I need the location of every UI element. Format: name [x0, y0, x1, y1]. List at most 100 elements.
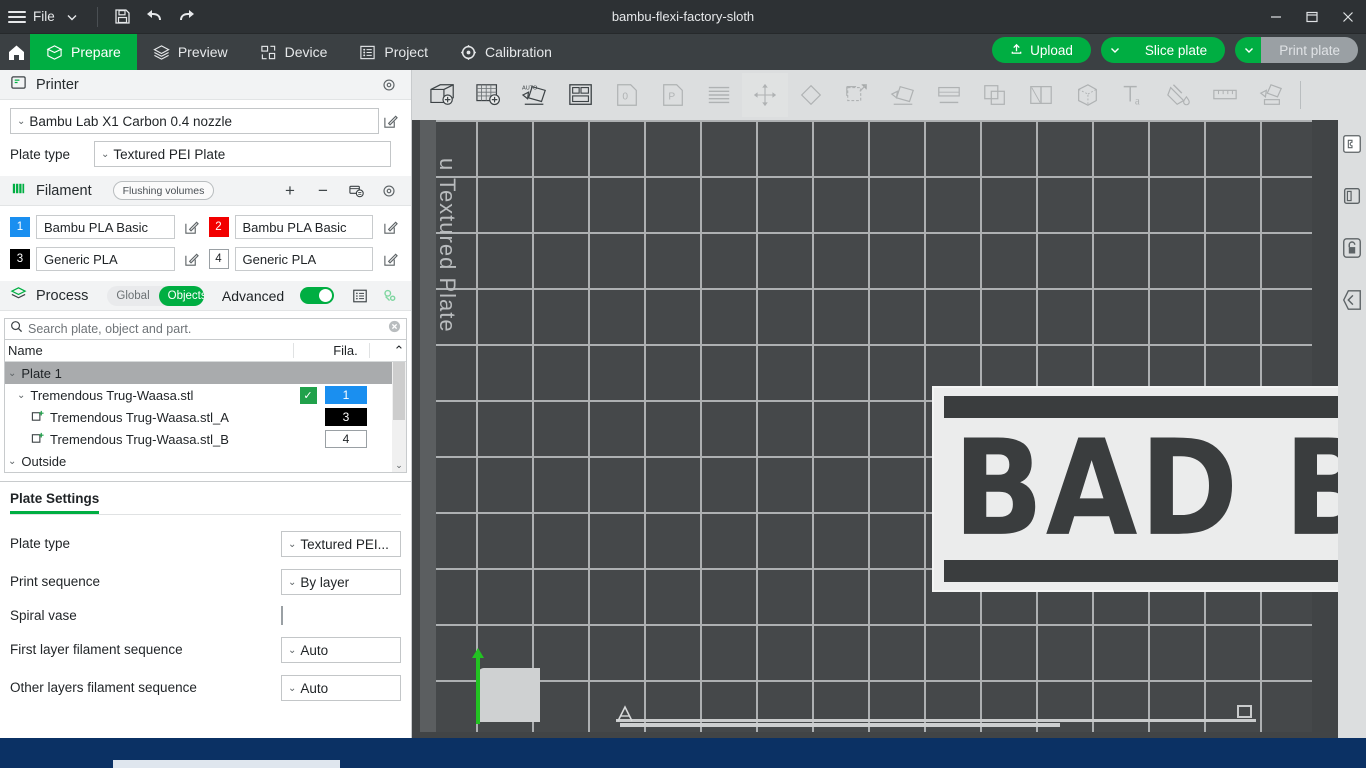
add-plate-icon[interactable] [466, 73, 512, 117]
print-plate-button[interactable]: Print plate [1261, 37, 1358, 63]
parameter-list-icon[interactable] [349, 285, 370, 307]
search-input[interactable]: Search plate, object and part. [28, 322, 383, 336]
plate-type-combo[interactable]: ⌄ Textured PEI Plate [94, 141, 391, 167]
printer-settings-gear-icon[interactable] [377, 74, 401, 96]
tab-device[interactable]: Device [244, 34, 344, 70]
object-search-bar[interactable]: Search plate, object and part. [4, 318, 407, 340]
tree-row-object[interactable]: ⌄ Tremendous Trug-Waasa.stl ✓ 1 [5, 384, 406, 406]
add-object-icon[interactable] [420, 73, 466, 117]
tree-row-part-a[interactable]: Tremendous Trug-Waasa.stl_A 3 [5, 406, 406, 428]
filament-sync-icon[interactable] [344, 180, 368, 202]
advanced-toggle[interactable] [300, 287, 335, 304]
tree-scroll-up-button[interactable]: ⌃ [392, 343, 406, 359]
scope-global-option[interactable]: Global [107, 286, 158, 306]
slice-plate-dropdown[interactable] [1100, 37, 1129, 63]
support-paint-icon [1018, 73, 1064, 117]
add-filament-button[interactable]: + [278, 180, 302, 202]
expander-icon[interactable]: ⌄ [8, 456, 16, 467]
scrollbar-thumb[interactable] [393, 362, 405, 420]
tab-calibration[interactable]: Calibration [444, 34, 568, 70]
place-on-face-icon [926, 73, 972, 117]
filament-edit-icon-1[interactable] [181, 216, 203, 238]
upload-icon [1010, 42, 1023, 58]
filament-chip-1[interactable]: 1 [10, 217, 30, 237]
other-layers-sequence-combo[interactable]: ⌄ Auto [281, 675, 401, 701]
print-bed[interactable]: u Textured Plate BAD BOYS [420, 120, 1366, 732]
maximize-button[interactable] [1294, 0, 1330, 34]
auto-arrange-icon[interactable]: AUTO [512, 73, 558, 117]
close-button[interactable] [1330, 0, 1366, 34]
redo-icon[interactable] [172, 2, 202, 32]
panel-icon[interactable] [1339, 176, 1365, 216]
tab-plate-settings[interactable]: Plate Settings [10, 491, 100, 514]
print-plate-dropdown[interactable] [1235, 37, 1264, 63]
tree-row-label: Tremendous Trug-Waasa.stl_B [50, 431, 229, 447]
expander-icon[interactable]: ⌄ [17, 390, 25, 401]
save-icon[interactable] [108, 2, 138, 32]
printer-preset-combo[interactable]: ⌄ Bambu Lab X1 Carbon 0.4 nozzle [10, 108, 379, 134]
viewport-side-toolbar [1338, 120, 1366, 738]
flushing-volumes-button[interactable]: Flushing volumes [112, 181, 215, 200]
upload-button[interactable]: Upload [992, 37, 1091, 63]
scrollbar-down-button[interactable]: ⌄ [395, 458, 403, 472]
filament-chip-3[interactable]: 3 [10, 249, 30, 269]
minimize-button[interactable] [1258, 0, 1294, 34]
first-layer-sequence-combo[interactable]: ⌄ Auto [281, 637, 401, 663]
object-tree-scrollbar[interactable]: ⌄ [392, 362, 406, 472]
collapse-icon[interactable] [1339, 280, 1365, 320]
viewport-toolbar: AUTO 0 P a [412, 70, 1366, 120]
view-cube-button[interactable] [1237, 705, 1252, 718]
model-object[interactable]: BAD BOYS [932, 386, 1366, 592]
svg-text:P: P [668, 92, 675, 103]
printer-preset-value: Bambu Lab X1 Carbon 0.4 nozzle [29, 113, 233, 129]
spiral-vase-checkbox[interactable] [281, 606, 283, 625]
chevron-down-icon: ⌄ [288, 644, 297, 656]
process-settings-gear-icon[interactable] [380, 285, 401, 307]
taskbar-window-button[interactable] [113, 760, 340, 768]
object-enabled-checkbox[interactable]: ✓ [299, 386, 317, 404]
tab-project[interactable]: Project [343, 34, 444, 70]
search-clear-icon[interactable] [388, 320, 401, 338]
filament-chip-4[interactable]: 4 [208, 249, 229, 269]
filament-edit-icon-2[interactable] [379, 216, 401, 238]
tab-prepare[interactable]: Prepare [30, 34, 137, 70]
object-filament-chip[interactable]: 1 [325, 386, 367, 404]
part-filament-chip[interactable]: 4 [325, 430, 367, 448]
setting-row-other-layers-sequence: Other layers filament sequence ⌄ Auto [0, 675, 411, 701]
scrollbar-track[interactable] [392, 362, 406, 458]
remove-filament-button[interactable]: − [311, 180, 335, 202]
undo-icon[interactable] [140, 2, 170, 32]
expander-icon[interactable]: ⌄ [8, 368, 16, 379]
scope-objects-option[interactable]: Objects [158, 285, 204, 306]
filament-name-2[interactable]: Bambu PLA Basic [234, 215, 373, 239]
printer-preset-edit-icon[interactable] [379, 110, 401, 132]
filament-edit-icon-3[interactable] [181, 248, 203, 270]
printer-section-title: Printer [36, 76, 79, 93]
filament-chip-2[interactable]: 2 [208, 217, 229, 237]
tab-preview[interactable]: Preview [137, 34, 244, 70]
chevron-down-icon[interactable] [57, 2, 87, 32]
layout-icon[interactable] [558, 73, 604, 117]
slice-plate-button[interactable]: Slice plate [1126, 37, 1226, 63]
tree-row-outside[interactable]: ⌄ Outside [5, 450, 406, 472]
tab-project-label: Project [384, 44, 428, 60]
plate-type-setting-combo[interactable]: ⌄ Textured PEI... [281, 531, 401, 557]
filament-name-3[interactable]: Generic PLA [36, 247, 175, 271]
menu-icon[interactable] [8, 8, 26, 26]
filament-edit-icon-4[interactable] [379, 248, 401, 270]
process-scope-toggle[interactable]: Global Objects [107, 285, 204, 306]
file-menu-button[interactable]: File [33, 9, 55, 24]
tree-row-label: Tremendous Trug-Waasa.stl_A [50, 409, 229, 425]
lock-icon[interactable] [1339, 228, 1365, 268]
print-sequence-combo[interactable]: ⌄ By layer [281, 569, 401, 595]
filament-name-1[interactable]: Bambu PLA Basic [36, 215, 175, 239]
3d-viewport[interactable]: AUTO 0 P a u Textured Plate BAD [412, 70, 1366, 738]
home-icon[interactable] [2, 34, 30, 70]
tree-row-part-b[interactable]: Tremendous Trug-Waasa.stl_B 4 [5, 428, 406, 450]
filament-settings-gear-icon[interactable] [377, 180, 401, 202]
desktop-taskbar[interactable] [0, 738, 1366, 768]
part-filament-chip[interactable]: 3 [325, 408, 367, 426]
tree-row-plate-1[interactable]: ⌄ Plate 1 [5, 362, 406, 384]
filament-name-4[interactable]: Generic PLA [234, 247, 373, 271]
puzzle-icon[interactable] [1339, 124, 1365, 164]
